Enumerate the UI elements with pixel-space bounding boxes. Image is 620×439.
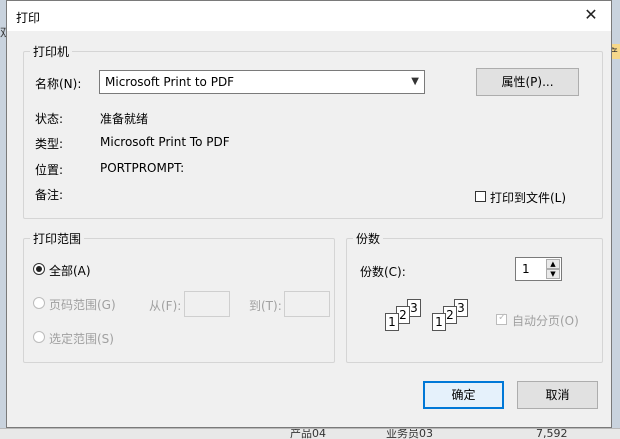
ok-button[interactable]: 确定 <box>423 381 504 409</box>
copies-legend: 份数 <box>356 232 381 246</box>
print-dialog: 打印 ✕ 打印机 名称(N): Microsoft Print to PDF ▼… <box>6 0 612 428</box>
spin-buttons: ▲ ▼ <box>546 259 560 279</box>
copies-stepper[interactable]: 1 ▲ ▼ <box>515 257 562 281</box>
print-to-file-label[interactable]: 打印到文件(L) <box>490 189 566 206</box>
range-selection-label[interactable]: 选定范围(S) <box>49 330 114 347</box>
type-value: Microsoft Print To PDF <box>100 135 230 149</box>
background-cell: 业务员03 <box>386 429 433 439</box>
copies-label: 份数(C): <box>360 265 406 279</box>
location-value: PORTPROMPT: <box>100 161 185 175</box>
spin-up-icon[interactable]: ▲ <box>546 259 560 269</box>
collate-illustration-icon: 3 2 1 <box>385 297 425 337</box>
printer-name-value: Microsoft Print to PDF <box>105 75 235 89</box>
checkmark-icon: ✓ <box>498 312 507 323</box>
collate-checkbox[interactable]: ✓ <box>496 312 507 325</box>
printer-name-label: 名称(N): <box>35 77 82 91</box>
copies-value[interactable]: 1 <box>522 262 530 276</box>
spin-down-icon[interactable]: ▼ <box>546 269 560 279</box>
close-icon[interactable]: ✕ <box>581 5 601 25</box>
title-bar[interactable]: 打印 ✕ <box>7 1 611 31</box>
background-cell: 产品04 <box>290 429 326 439</box>
chevron-down-icon: ▼ <box>411 76 419 87</box>
location-label: 位置: <box>35 163 64 177</box>
to-label: 到(T): <box>249 299 282 313</box>
cancel-button[interactable]: 取消 <box>517 381 598 409</box>
collate-illustration-icon: 3 2 1 <box>432 297 472 337</box>
printer-name-select[interactable]: Microsoft Print to PDF ▼ <box>99 70 425 94</box>
range-all-label[interactable]: 全部(A) <box>49 262 91 279</box>
collate-page: 1 <box>432 313 446 331</box>
printer-group-legend: 打印机 <box>33 45 70 59</box>
properties-button[interactable]: 属性(P)... <box>476 68 579 96</box>
type-label: 类型: <box>35 137 64 151</box>
collate-label[interactable]: 自动分页(O) <box>512 312 579 329</box>
range-all-radio[interactable] <box>33 263 45 275</box>
print-range-legend: 打印范围 <box>33 232 82 246</box>
from-label: 从(F): <box>149 299 182 313</box>
comment-label: 备注: <box>35 188 64 202</box>
dialog-title: 打印 <box>16 11 41 25</box>
status-label: 状态: <box>35 112 64 126</box>
range-pages-radio[interactable] <box>33 297 45 309</box>
print-to-file-checkbox[interactable] <box>475 191 486 202</box>
background-sheet-row: 产品04 业务员03 7,592 <box>0 428 620 439</box>
from-page-input[interactable] <box>184 291 230 317</box>
to-page-input[interactable] <box>284 291 330 317</box>
range-selection-radio[interactable] <box>33 331 45 343</box>
background-cell: 7,592 <box>536 429 568 439</box>
radio-selected-dot <box>36 266 42 272</box>
collate-page: 1 <box>385 313 399 331</box>
status-value: 准备就绪 <box>100 112 149 126</box>
range-pages-label[interactable]: 页码范围(G) <box>49 296 116 313</box>
